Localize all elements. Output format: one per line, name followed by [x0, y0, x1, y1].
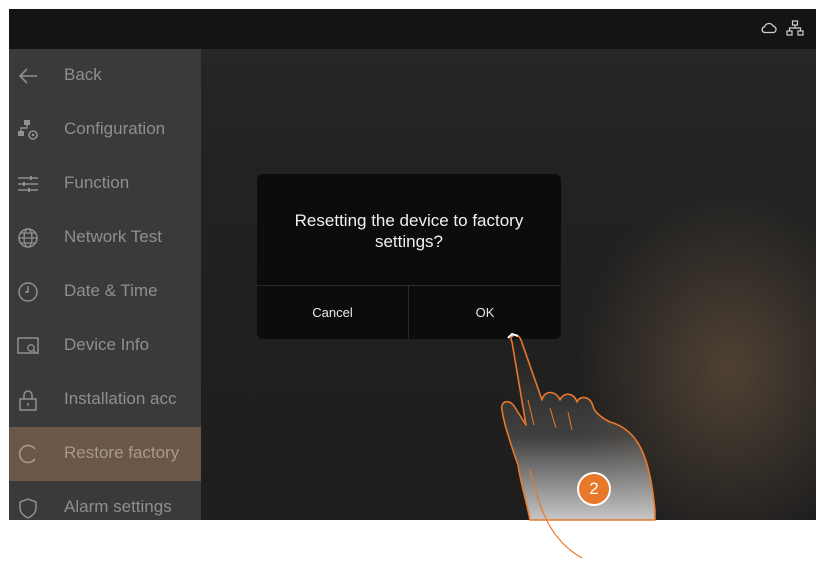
sidebar-item-device-info[interactable]: Device Info	[9, 319, 201, 373]
clock-icon	[16, 280, 40, 304]
device-info-icon	[16, 334, 40, 358]
sidebar-item-label: Function	[64, 173, 130, 192]
sidebar-item-label: Installation acc	[64, 389, 177, 408]
sidebar-item-alarm-settings[interactable]: Alarm settings	[9, 481, 201, 520]
dialog-message: Resetting the device to factory settings…	[294, 211, 524, 251]
network-icon	[786, 20, 804, 36]
status-bar	[9, 9, 816, 49]
sidebar-item-label: Network Test	[64, 227, 162, 246]
sidebar-item-network-test[interactable]: Network Test	[9, 211, 201, 265]
sidebar-item-label: Device Info	[64, 335, 150, 354]
sidebar-item-label: Restore factory	[64, 443, 180, 462]
shield-icon	[16, 496, 40, 520]
sidebar-item-label: Back	[64, 65, 102, 84]
sidebar-item-label: Date & Time	[64, 281, 158, 300]
sidebar-item-restore-factory[interactable]: Restore factory	[9, 427, 201, 481]
step-number-badge: 2	[579, 474, 609, 504]
confirm-dialog: Resetting the device to factory settings…	[257, 174, 561, 339]
restore-icon	[16, 442, 40, 466]
pointing-hand-illustration	[500, 332, 656, 559]
arrow-left-icon	[16, 64, 40, 88]
cancel-button[interactable]: Cancel	[257, 286, 408, 339]
cloud-icon	[760, 20, 778, 36]
sidebar-item-installation-access[interactable]: Installation acc	[9, 373, 201, 427]
sidebar-item-label: Alarm settings	[64, 497, 172, 516]
sliders-icon	[16, 172, 40, 196]
sidebar-item-configuration[interactable]: Configuration	[9, 103, 201, 157]
sidebar-item-function[interactable]: Function	[9, 157, 201, 211]
lock-icon	[16, 388, 40, 412]
network-config-icon	[16, 118, 40, 142]
sidebar-item-label: Configuration	[64, 119, 166, 138]
globe-icon	[16, 226, 40, 250]
settings-sidebar: Back Configuration Function Network Test…	[9, 49, 201, 520]
sidebar-item-date-time[interactable]: Date & Time	[9, 265, 201, 319]
sidebar-item-back[interactable]: Back	[9, 49, 201, 103]
